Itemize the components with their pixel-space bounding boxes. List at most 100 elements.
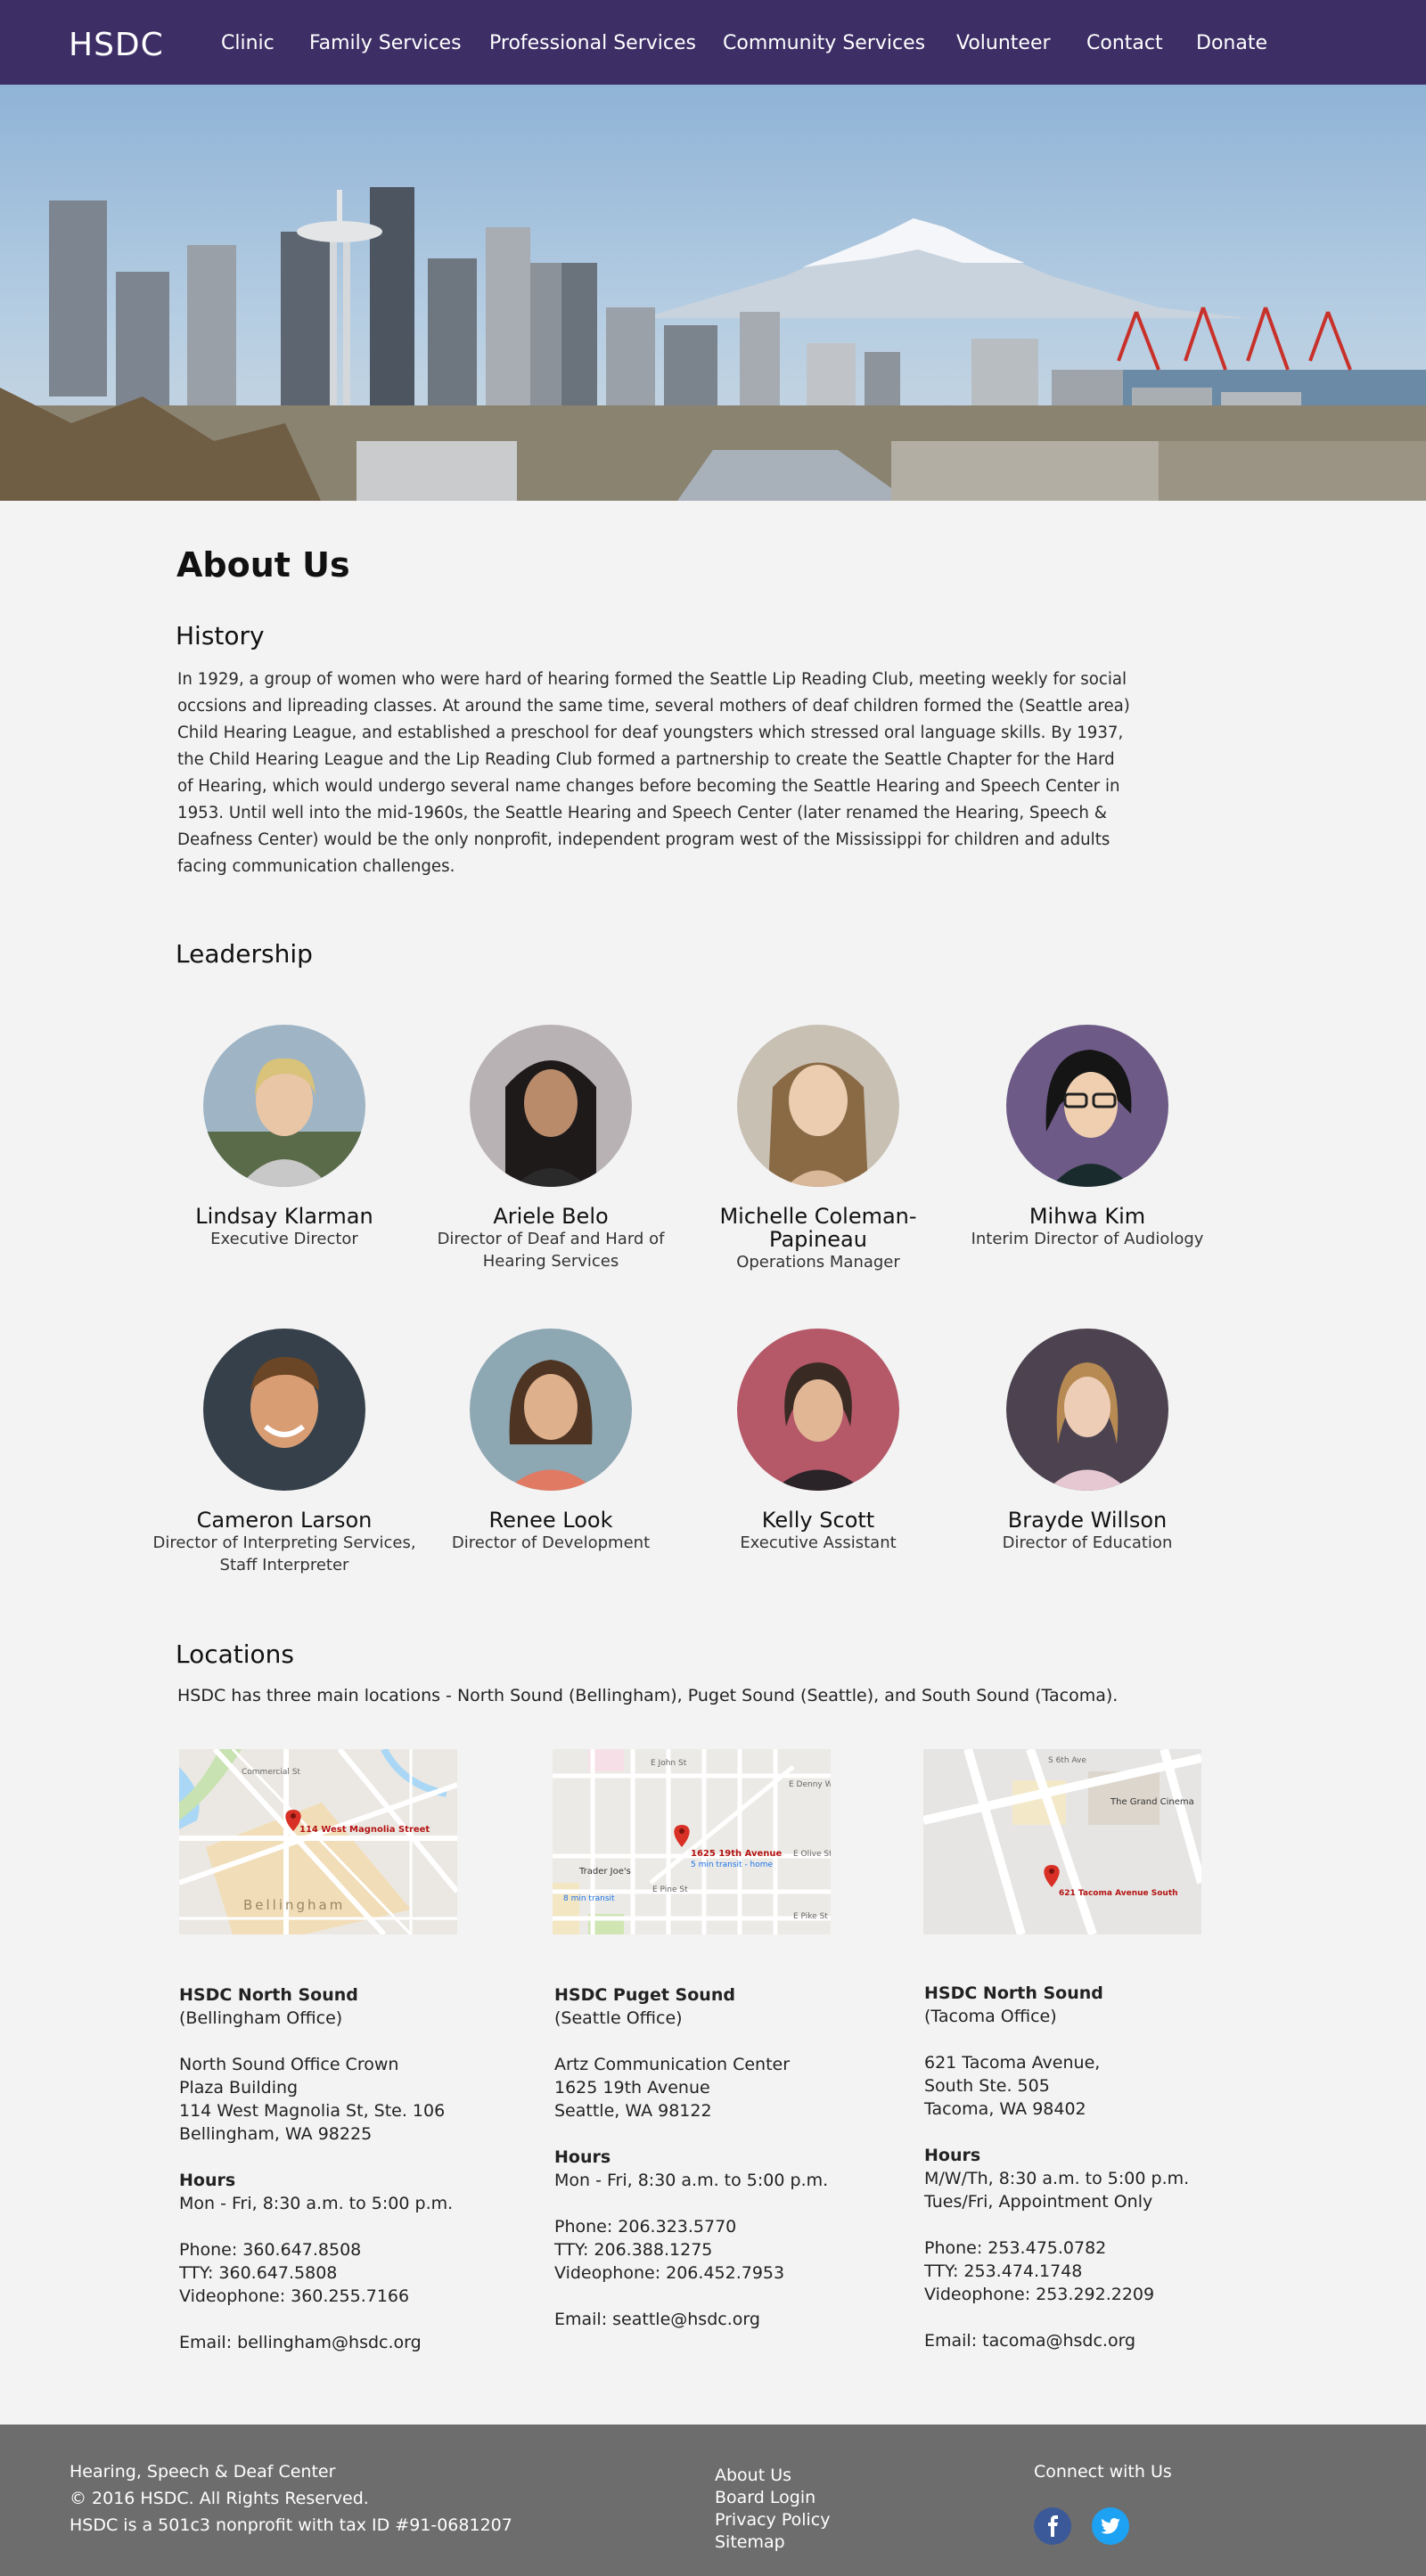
nav-contact[interactable]: Contact <box>1086 32 1163 54</box>
map-tacoma[interactable]: S 6th Ave The Grand Cinema 621 Tacoma Av… <box>923 1749 1201 1934</box>
hours-label: Hours <box>924 2146 981 2165</box>
nav-professional-services[interactable]: Professional Services <box>489 32 696 54</box>
nav-community-services[interactable]: Community Services <box>723 32 925 54</box>
tty-text[interactable]: TTY: 206.388.1275 <box>554 2238 848 2261</box>
avatar <box>203 1329 365 1491</box>
leader-name: Brayde Willson <box>1007 1508 1168 1533</box>
location-bellingham: HSDC North Sound (Bellingham Office) Nor… <box>179 1983 473 2354</box>
address-line: 1625 19th Avenue <box>554 2078 710 2098</box>
street-label: E John St <box>651 1759 687 1768</box>
address-line: South Ste. 505 <box>924 2076 1050 2096</box>
twitter-icon[interactable] <box>1092 2507 1129 2545</box>
leader-card: Cameron Larson Director of Interpreting … <box>151 1329 418 1576</box>
location-name: HSDC North Sound <box>924 1983 1103 2003</box>
map-seattle[interactable]: E John St E Denny Way E Olive St E Pine … <box>553 1749 831 1934</box>
location-name: HSDC North Sound <box>179 1985 358 2005</box>
nav-volunteer[interactable]: Volunteer <box>956 32 1051 54</box>
leader-card: Brayde Willson Director of Education <box>954 1329 1221 1554</box>
videophone-text[interactable]: Videophone: 360.255.7166 <box>179 2285 473 2308</box>
street-label: E Denny Way <box>789 1780 831 1789</box>
facebook-icon[interactable] <box>1034 2507 1071 2545</box>
address-line: Artz Communication Center <box>554 2055 791 2074</box>
map-poi-label: The Grand Cinema <box>1110 1797 1194 1807</box>
location-office: (Seattle Office) <box>554 2008 683 2028</box>
map-pin-label: 1625 19th Avenue <box>691 1849 783 1859</box>
leader-card: Michelle Coleman-Papineau Operations Man… <box>684 1025 952 1273</box>
footer-link-board-login[interactable]: Board Login <box>715 2488 815 2507</box>
leader-card: Kelly Scott Executive Assistant <box>684 1329 952 1554</box>
nav-clinic[interactable]: Clinic <box>221 32 275 54</box>
footer-link-sitemap[interactable]: Sitemap <box>715 2532 785 2552</box>
street-label: E Pine St <box>652 1885 688 1894</box>
hero-skyline-image <box>0 85 1426 501</box>
history-heading: History <box>176 621 265 650</box>
footer-tax-id: HSDC is a 501c3 nonprofit with tax ID #9… <box>70 2515 512 2535</box>
leader-card: Lindsay Klarman Executive Director <box>151 1025 418 1250</box>
address-line: Tacoma, WA 98402 <box>924 2099 1086 2119</box>
email-link[interactable]: Email: bellingham@hsdc.org <box>179 2331 473 2354</box>
avatar <box>1006 1025 1168 1187</box>
footer-link-privacy[interactable]: Privacy Policy <box>715 2510 830 2530</box>
tty-text[interactable]: TTY: 253.474.1748 <box>924 2260 1218 2283</box>
leader-name: Lindsay Klarman <box>195 1204 373 1229</box>
leader-title: Interim Director of Audiology <box>971 1230 1204 1248</box>
leader-name: Michelle Coleman-Papineau <box>719 1204 917 1252</box>
location-seattle: HSDC Puget Sound (Seattle Office) Artz C… <box>554 1983 848 2331</box>
avatar <box>203 1025 365 1187</box>
address-line: North Sound Office Crown <box>179 2055 399 2074</box>
footer-copyright: © 2016 HSDC. All Rights Reserved. <box>70 2489 369 2508</box>
street-label: E Pike St <box>793 1912 828 1921</box>
site-logo[interactable]: HSDC <box>69 27 164 63</box>
avatar <box>737 1025 899 1187</box>
videophone-text[interactable]: Videophone: 253.292.2209 <box>924 2283 1218 2306</box>
phone-text[interactable]: Phone: 253.475.0782 <box>924 2237 1218 2260</box>
map-pin-label: 114 West Magnolia Street <box>299 1825 430 1835</box>
leader-name: Ariele Belo <box>493 1204 609 1229</box>
footer-link-about[interactable]: About Us <box>715 2466 791 2485</box>
tty-text[interactable]: TTY: 360.647.5808 <box>179 2261 473 2285</box>
leader-name: Mihwa Kim <box>1029 1204 1146 1229</box>
phone-text[interactable]: Phone: 360.647.8508 <box>179 2238 473 2261</box>
top-nav: HSDC Clinic Family Services Professional… <box>0 0 1426 85</box>
email-link[interactable]: Email: seattle@hsdc.org <box>554 2308 848 2331</box>
location-office: (Bellingham Office) <box>179 2008 343 2028</box>
leader-name: Renee Look <box>488 1508 613 1533</box>
leader-title: Executive Assistant <box>740 1533 897 1552</box>
map-transit-label: 8 min transit <box>563 1894 615 1903</box>
hours-line: M/W/Th, 8:30 a.m. to 5:00 p.m. <box>924 2169 1190 2188</box>
map-bellingham[interactable]: Commercial St 114 West Magnolia Street B… <box>179 1749 457 1934</box>
locations-intro: HSDC has three main locations - North So… <box>177 1686 1119 1705</box>
email-link[interactable]: Email: tacoma@hsdc.org <box>924 2329 1218 2352</box>
leader-card: Ariele Belo Director of Deaf and Hard of… <box>417 1025 684 1272</box>
leader-card: Mihwa Kim Interim Director of Audiology <box>954 1025 1221 1250</box>
address-line: Bellingham, WA 98225 <box>179 2124 373 2144</box>
page-title: About Us <box>176 545 350 585</box>
phone-text[interactable]: Phone: 206.323.5770 <box>554 2215 848 2238</box>
avatar <box>737 1329 899 1491</box>
leader-name: Kelly Scott <box>761 1508 875 1533</box>
hours-label: Hours <box>179 2171 236 2190</box>
leader-title: Director of Deaf and Hard of Hearing Ser… <box>437 1230 665 1271</box>
nav-family-services[interactable]: Family Services <box>309 32 462 54</box>
leadership-heading: Leadership <box>176 939 313 969</box>
footer-connect-label: Connect with Us <box>1034 2462 1172 2482</box>
nav-donate[interactable]: Donate <box>1196 32 1267 54</box>
location-name: HSDC Puget Sound <box>554 1985 735 2005</box>
footer: Hearing, Speech & Deaf Center © 2016 HSD… <box>0 2425 1426 2576</box>
leader-card: Renee Look Director of Development <box>417 1329 684 1554</box>
hours-line: Tues/Fri, Appointment Only <box>924 2192 1153 2212</box>
location-office: (Tacoma Office) <box>924 2007 1057 2026</box>
history-paragraph: In 1929, a group of women who were hard … <box>177 670 1130 876</box>
hours-label: Hours <box>554 2147 611 2167</box>
street-label: Commercial St <box>242 1768 300 1777</box>
address-line: 114 West Magnolia St, Ste. 106 <box>179 2101 446 2121</box>
leader-title: Executive Director <box>210 1230 358 1248</box>
leader-title: Operations Manager <box>736 1253 900 1272</box>
avatar <box>470 1025 632 1187</box>
address-line: Plaza Building <box>179 2078 299 2098</box>
hours-line: Mon - Fri, 8:30 a.m. to 5:00 p.m. <box>179 2194 454 2213</box>
locations-heading: Locations <box>176 1640 295 1669</box>
videophone-text[interactable]: Videophone: 206.452.7953 <box>554 2261 848 2285</box>
hours-line: Mon - Fri, 8:30 a.m. to 5:00 p.m. <box>554 2171 829 2190</box>
map-poi-label: Trader Joe's <box>578 1867 631 1877</box>
